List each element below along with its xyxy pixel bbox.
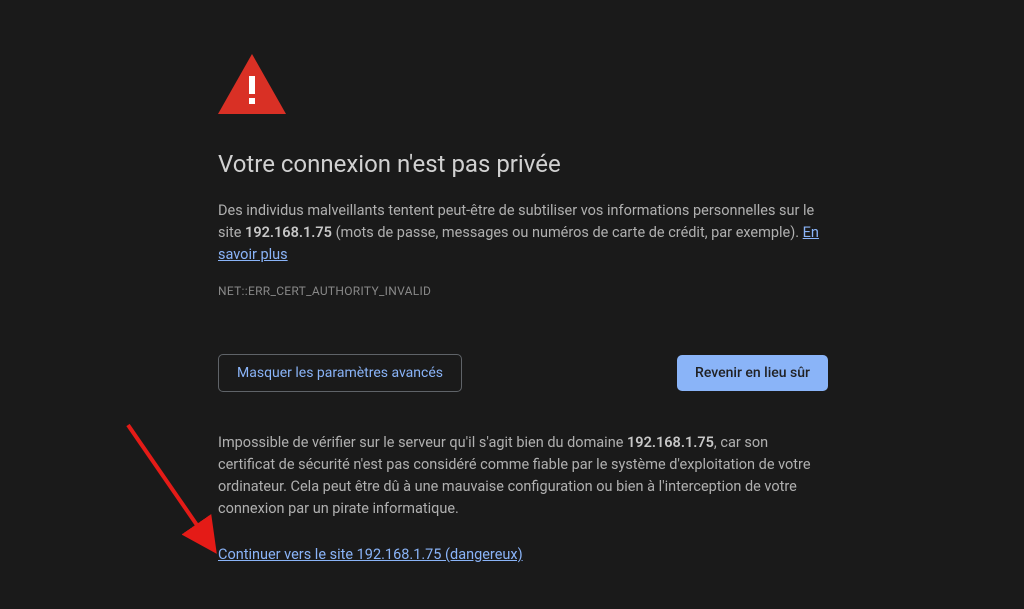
body-suffix: (mots de passe, messages ou numéros de c… [332, 224, 803, 241]
body-ip: 192.168.1.75 [245, 224, 332, 241]
warning-body: Des individus malveillants tentent peut-… [218, 200, 838, 266]
details-text: Impossible de vérifier sur le serveur qu… [218, 432, 828, 520]
error-code: NET::ERR_CERT_AUTHORITY_INVALID [218, 284, 838, 298]
back-to-safety-button[interactable]: Revenir en lieu sûr [677, 355, 828, 391]
details-prefix: Impossible de vérifier sur le serveur qu… [218, 434, 627, 451]
proceed-unsafe-link[interactable]: Continuer vers le site 192.168.1.75 (dan… [218, 546, 523, 563]
ssl-warning-interstitial: Votre connexion n'est pas privée Des ind… [218, 0, 838, 563]
details-ip: 192.168.1.75 [627, 434, 714, 451]
warning-triangle-icon [218, 54, 838, 120]
page-title: Votre connexion n'est pas privée [218, 150, 838, 178]
button-row: Masquer les paramètres avancés Revenir e… [218, 354, 828, 392]
hide-advanced-button[interactable]: Masquer les paramètres avancés [218, 354, 462, 392]
